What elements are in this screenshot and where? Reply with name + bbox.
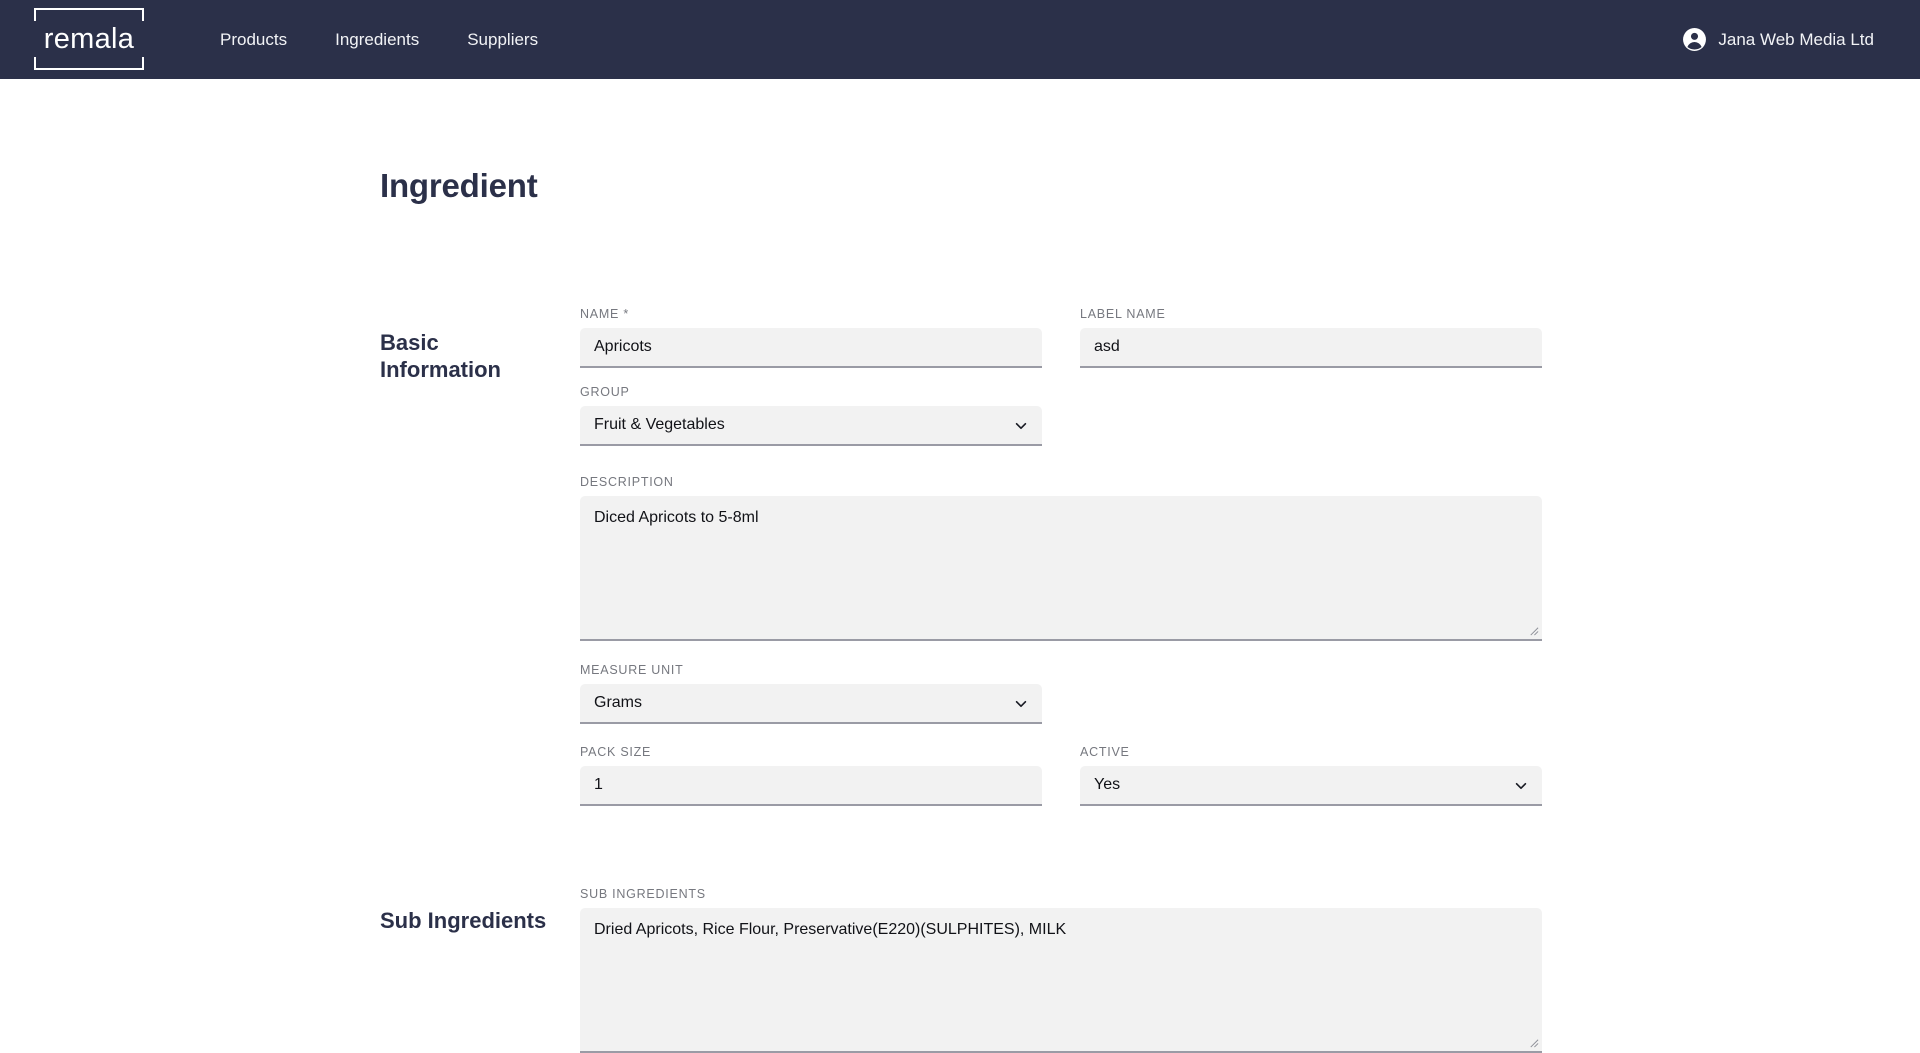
sub-ingredients-textarea[interactable] bbox=[580, 908, 1542, 1053]
active-select[interactable]: Yes bbox=[1080, 766, 1542, 806]
field-label-active: ACTIVE bbox=[1080, 745, 1542, 759]
field-sub-ingredients: SUB INGREDIENTS bbox=[580, 887, 1542, 1053]
account-circle-icon bbox=[1682, 27, 1707, 52]
field-pack-size: PACK SIZE bbox=[580, 745, 1042, 806]
field-active: ACTIVE Yes bbox=[1080, 745, 1542, 806]
field-label-name: NAME * bbox=[580, 307, 1042, 321]
label-name-input[interactable] bbox=[1080, 328, 1542, 368]
page-body: Ingredient Basic Information Sub Ingredi… bbox=[0, 79, 1920, 1010]
pack-size-input[interactable] bbox=[580, 766, 1042, 806]
field-group: GROUP Fruit & Vegetables bbox=[580, 385, 1042, 446]
field-measure-unit: MEASURE UNIT Grams bbox=[580, 663, 1042, 724]
nav-link-products[interactable]: Products bbox=[196, 0, 311, 79]
logo-wordmark: remala bbox=[34, 8, 144, 70]
main-navigation: Products Ingredients Suppliers bbox=[196, 0, 562, 79]
brand-logo[interactable]: remala bbox=[34, 8, 144, 70]
measure-unit-select[interactable]: Grams bbox=[580, 684, 1042, 724]
page-title: Ingredient bbox=[380, 167, 538, 205]
nav-link-ingredients[interactable]: Ingredients bbox=[311, 0, 443, 79]
nav-link-suppliers[interactable]: Suppliers bbox=[443, 0, 562, 79]
field-label-group: GROUP bbox=[580, 385, 1042, 399]
account-name-label: Jana Web Media Ltd bbox=[1718, 30, 1874, 50]
account-menu[interactable]: Jana Web Media Ltd bbox=[1682, 0, 1874, 79]
group-select[interactable]: Fruit & Vegetables bbox=[580, 406, 1042, 446]
field-description: DESCRIPTION bbox=[580, 475, 1542, 641]
description-textarea[interactable] bbox=[580, 496, 1542, 641]
field-name: NAME * bbox=[580, 307, 1042, 368]
name-input[interactable] bbox=[580, 328, 1042, 368]
field-label-measure-unit: MEASURE UNIT bbox=[580, 663, 1042, 677]
section-heading-sub-ingredients: Sub Ingredients bbox=[380, 907, 560, 934]
field-label-pack-size: PACK SIZE bbox=[580, 745, 1042, 759]
field-label-sub-ingredients: SUB INGREDIENTS bbox=[580, 887, 1542, 901]
field-label-label-name: LABEL NAME bbox=[1080, 307, 1542, 321]
field-label-name-wrapper: LABEL NAME bbox=[1080, 307, 1542, 368]
top-navbar: remala Products Ingredients Suppliers Ja… bbox=[0, 0, 1920, 79]
field-label-description: DESCRIPTION bbox=[580, 475, 1542, 489]
section-heading-basic-information: Basic Information bbox=[380, 329, 560, 383]
